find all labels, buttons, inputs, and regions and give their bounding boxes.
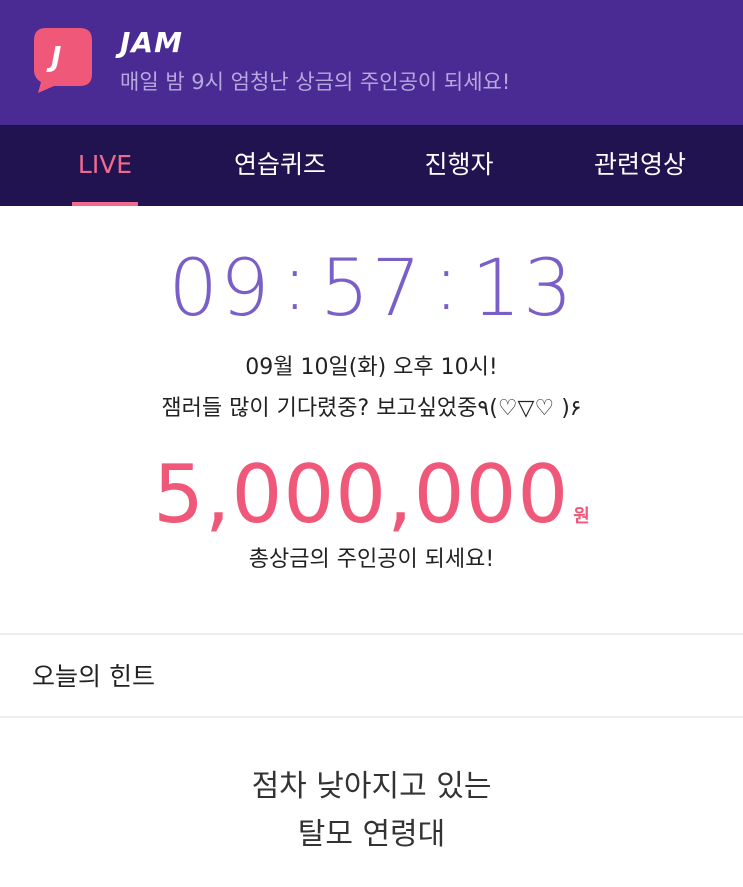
- tab-practice-quiz[interactable]: 연습퀴즈: [205, 125, 355, 206]
- section-divider: [0, 716, 743, 718]
- tab-host[interactable]: 진행자: [384, 125, 534, 206]
- hint-text: 점차 낮아지고 있는 탈모 연령대: [0, 763, 743, 859]
- prize-display: 5,000,000 원: [0, 448, 743, 541]
- section-divider: [0, 633, 743, 635]
- app-subtitle: 매일 밤 9시 엄청난 상금의 주인공이 되세요!: [120, 70, 511, 94]
- tab-practice-quiz-label: 연습퀴즈: [233, 150, 326, 179]
- tab-related-videos-label: 관련영상: [593, 150, 686, 179]
- tab-active-indicator: [72, 202, 138, 206]
- hint-line: 탈모 연령대: [297, 817, 446, 852]
- logo-letter: J: [51, 40, 62, 73]
- countdown-separator: :: [281, 238, 310, 328]
- schedule-message: 잼러들 많이 기다렸중? 보고싶었중٩(♡▽♡ )۶: [161, 396, 582, 421]
- tab-live-label: LIVE: [77, 150, 133, 179]
- app-title: JAM: [120, 26, 183, 59]
- prize-caption: 총상금의 주인공이 되세요!: [248, 547, 495, 572]
- countdown-timer: 09:57:13: [0, 238, 743, 334]
- countdown-separator: :: [433, 238, 462, 328]
- tab-related-videos[interactable]: 관련영상: [560, 125, 720, 206]
- tab-host-label: 진행자: [424, 150, 494, 179]
- countdown-minutes: 57: [319, 244, 424, 334]
- prize-unit: 원: [573, 506, 590, 527]
- tab-live[interactable]: LIVE: [30, 125, 180, 206]
- hint-heading: 오늘의 힌트: [32, 662, 155, 691]
- countdown-seconds: 13: [471, 244, 575, 334]
- schedule-date: 09월 10일(화) 오후 10시!: [245, 355, 498, 380]
- countdown-hours: 09: [168, 244, 272, 334]
- app-header: J JAM 매일 밤 9시 엄청난 상금의 주인공이 되세요!: [0, 0, 743, 125]
- prize-amount: 5,000,000: [153, 448, 570, 541]
- jam-logo-icon[interactable]: J: [32, 26, 94, 94]
- tab-bar: LIVE 연습퀴즈 진행자 관련영상: [0, 125, 743, 206]
- hint-line: 점차 낮아지고 있는: [251, 769, 492, 804]
